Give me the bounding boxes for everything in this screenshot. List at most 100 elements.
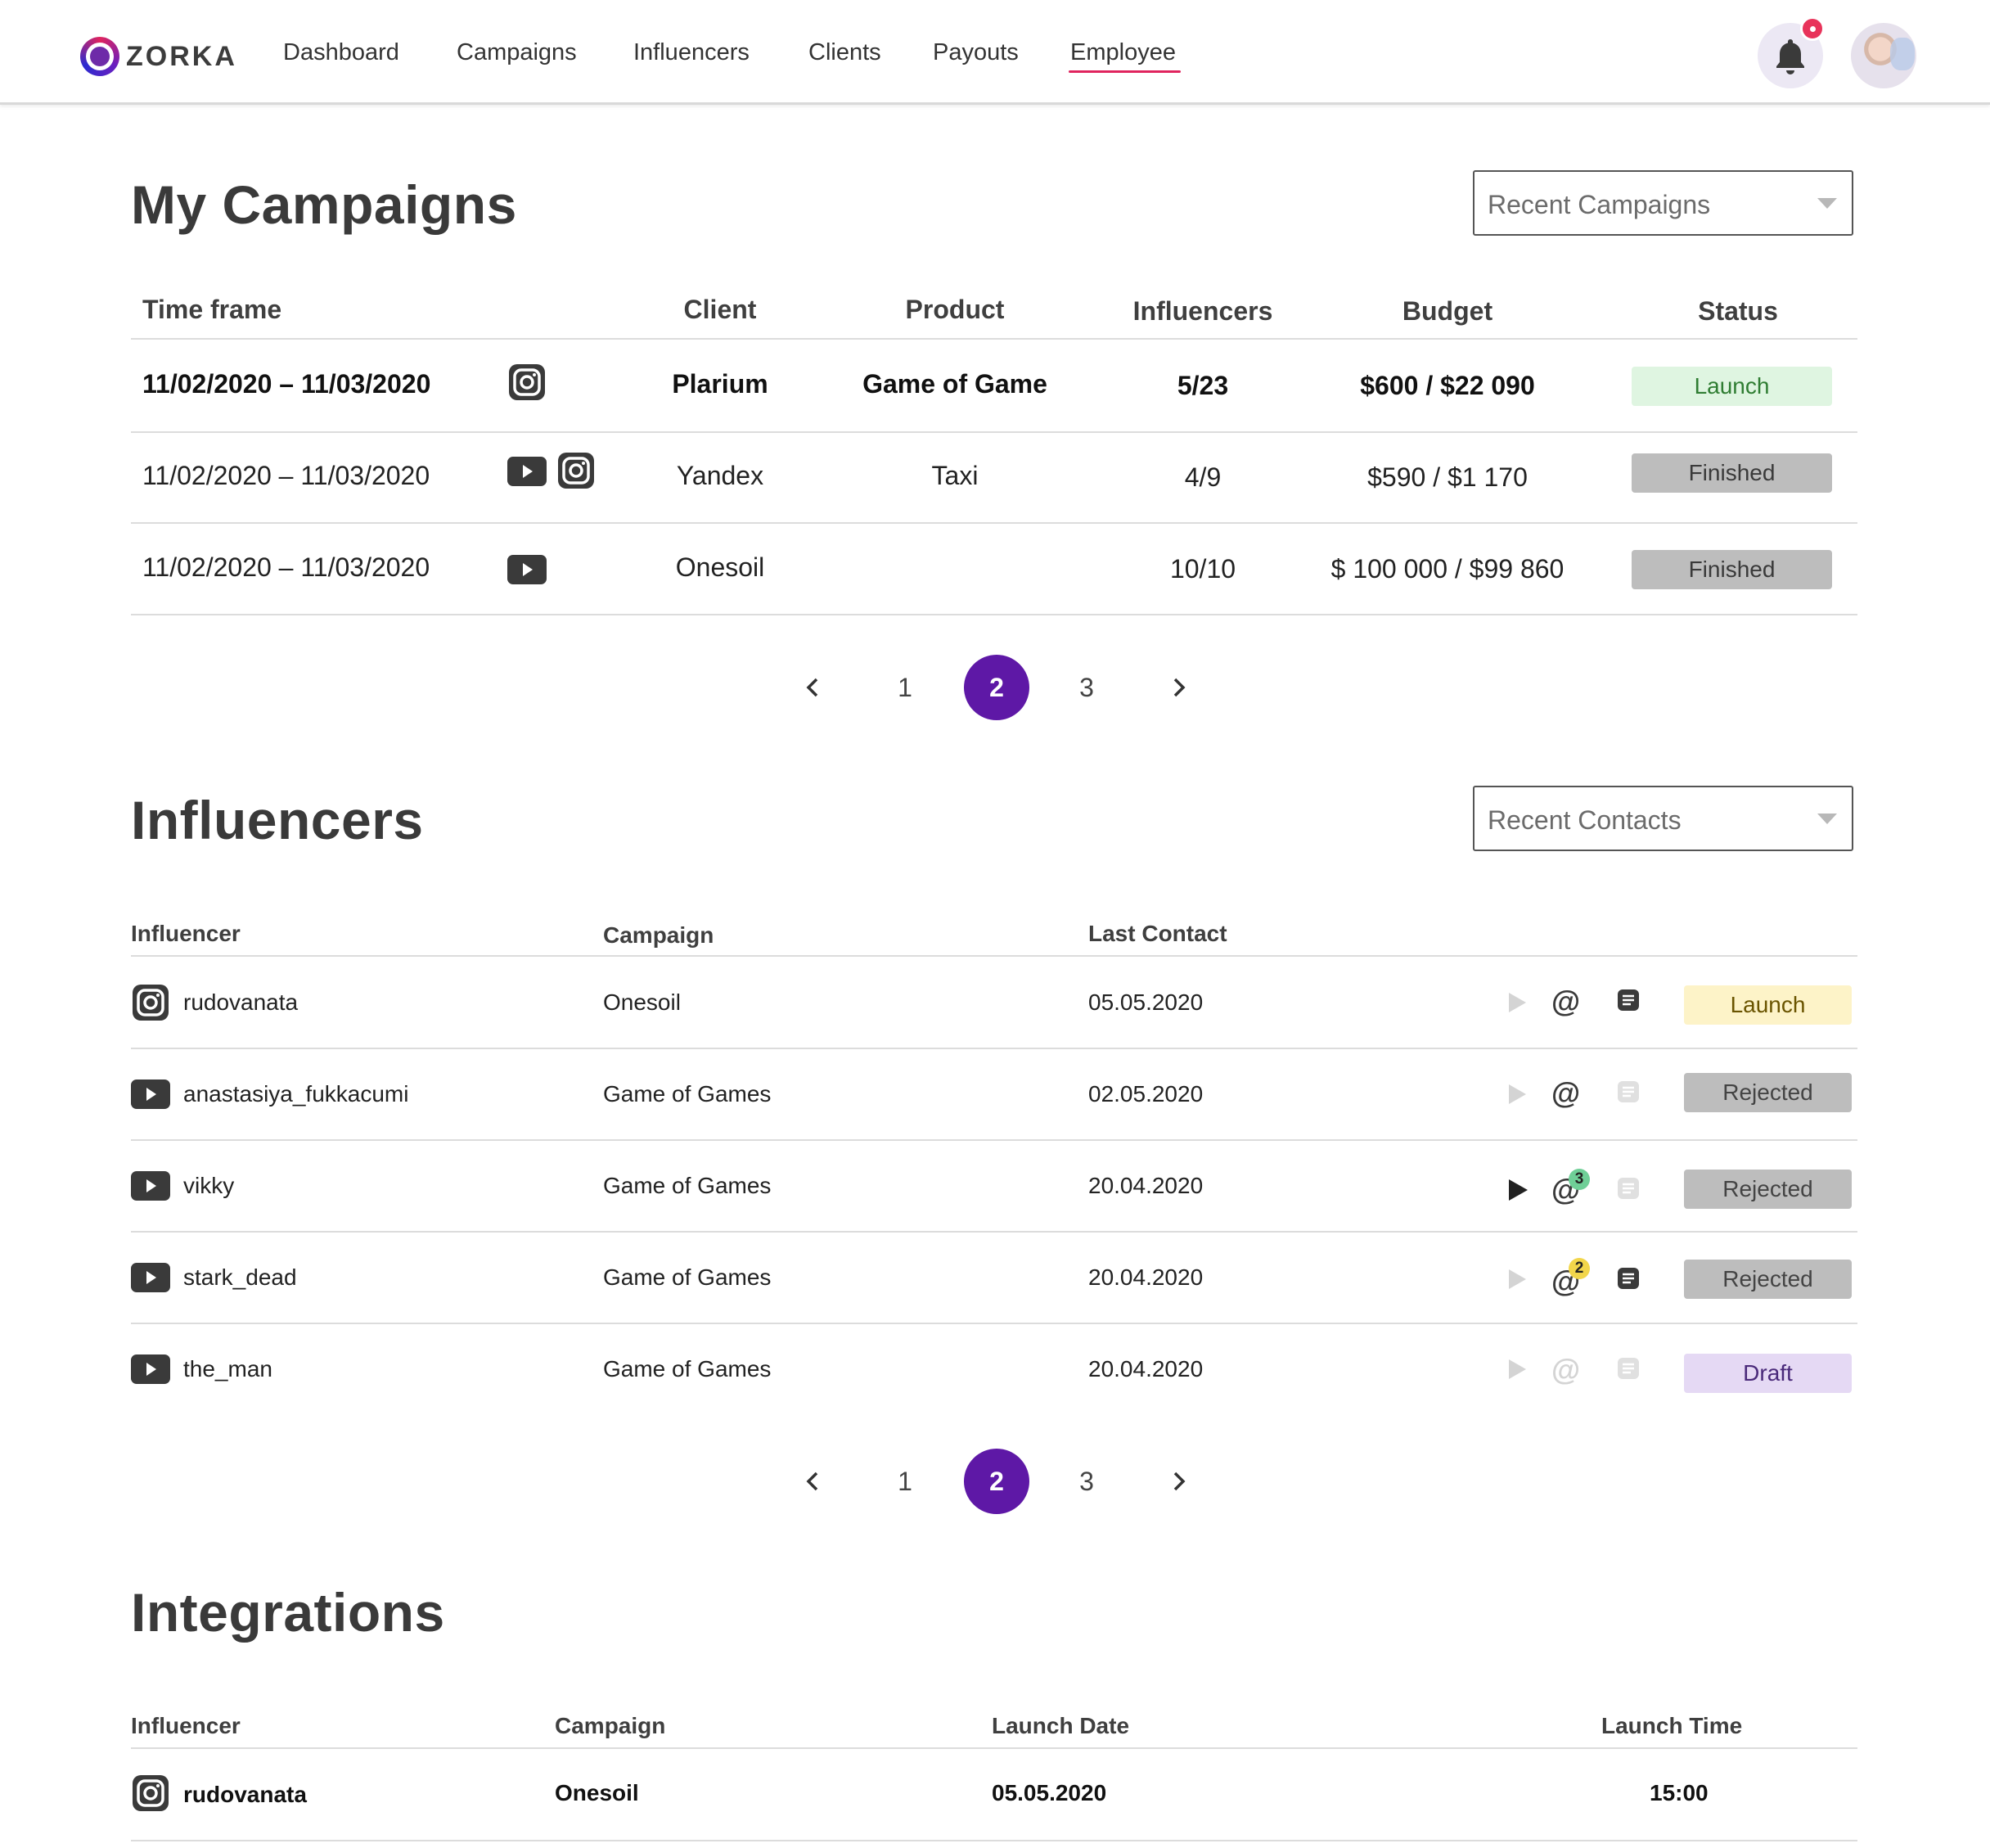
influencer-name[interactable]: vikky (183, 1173, 234, 1199)
col-status: Status (1698, 296, 1778, 326)
dropdown-value: Recent Campaigns (1488, 190, 1711, 219)
at-icon[interactable]: @ (1551, 1079, 1580, 1108)
recent-contacts-dropdown[interactable]: Recent Contacts (1473, 786, 1853, 851)
influencers-title: Influencers (131, 790, 424, 850)
message-icon[interactable] (1617, 1177, 1640, 1200)
message-icon[interactable] (1617, 989, 1640, 1012)
client: Plarium (672, 369, 768, 399)
notification-dot (1800, 16, 1825, 41)
time-frame: 11/02/2020 – 11/03/2020 (142, 552, 430, 582)
col-launch-date: Launch Date (992, 1713, 1130, 1738)
recent-campaigns-dropdown[interactable]: Recent Campaigns (1473, 170, 1853, 236)
nav-employee[interactable]: Employee (1069, 39, 1181, 73)
last-contact: 20.04.2020 (1088, 1173, 1204, 1198)
nav-clients[interactable]: Clients (808, 39, 881, 66)
nav-payouts[interactable]: Payouts (933, 39, 1019, 66)
product: Game of Game (862, 369, 1047, 399)
col-influencer: Influencer (131, 1713, 241, 1738)
influencer-name[interactable]: rudovanata (183, 989, 298, 1016)
message-icon[interactable] (1617, 1357, 1640, 1380)
last-contact: 02.05.2020 (1088, 1081, 1204, 1107)
play-icon[interactable] (1507, 1359, 1527, 1380)
budget: $600 / $22 090 (1360, 371, 1535, 400)
client: Onesoil (675, 552, 765, 582)
divider (131, 1231, 1857, 1233)
status-badge: Finished (1632, 453, 1832, 493)
status-badge: Launch (1632, 367, 1832, 406)
play-icon[interactable] (1507, 1084, 1527, 1105)
chevron-right-icon[interactable] (1162, 671, 1195, 704)
youtube-icon (131, 1263, 170, 1292)
campaign-name: Onesoil (603, 989, 681, 1015)
campaigns-title: My Campaigns (131, 174, 517, 235)
instagram-icon (558, 453, 594, 489)
col-influencers: Influencers (1132, 296, 1273, 326)
col-time-frame: Time frame (142, 295, 282, 324)
instagram-icon (133, 1775, 169, 1811)
message-icon[interactable] (1617, 1080, 1640, 1103)
nav-dashboard[interactable]: Dashboard (283, 39, 399, 66)
campaign-name: Onesoil (555, 1780, 639, 1805)
col-influencer: Influencer (131, 921, 241, 946)
status-badge: Rejected (1684, 1170, 1852, 1209)
divider (131, 1323, 1857, 1324)
message-icon[interactable] (1617, 1267, 1640, 1290)
youtube-icon (131, 1354, 170, 1384)
nav-campaigns[interactable]: Campaigns (457, 39, 577, 66)
page-1[interactable]: 1 (872, 1449, 938, 1514)
youtube-icon (131, 1080, 170, 1109)
launch-date: 05.05.2020 (992, 1780, 1107, 1805)
influencers-count: 10/10 (1169, 554, 1236, 584)
page-3[interactable]: 3 (1054, 655, 1119, 720)
campaign-name: Game of Games (603, 1081, 772, 1107)
instagram-icon (133, 985, 169, 1021)
divider (131, 1048, 1857, 1049)
divider (131, 1747, 1857, 1749)
bell-icon (1776, 39, 1804, 74)
influencer-name[interactable]: the_man (183, 1356, 272, 1382)
divider (131, 522, 1857, 524)
youtube-icon (507, 555, 547, 584)
page-3[interactable]: 3 (1054, 1449, 1119, 1514)
last-contact: 20.04.2020 (1088, 1264, 1204, 1290)
page-2-current[interactable]: 2 (964, 1449, 1029, 1514)
logo-icon (80, 37, 119, 76)
divider (131, 338, 1857, 340)
play-icon[interactable] (1507, 1179, 1529, 1201)
page-1[interactable]: 1 (872, 655, 938, 720)
influencer-name[interactable]: stark_dead (183, 1264, 297, 1291)
status-badge: Rejected (1684, 1073, 1852, 1112)
divider (131, 431, 1857, 433)
at-icon[interactable]: @ (1551, 1355, 1580, 1385)
col-campaign: Campaign (603, 922, 714, 948)
divider (131, 614, 1857, 615)
play-icon[interactable] (1507, 992, 1527, 1013)
campaign-name: Game of Games (603, 1173, 772, 1198)
product: Taxi (931, 461, 979, 490)
influencer-name[interactable]: anastasiya_fukkacumi (183, 1081, 408, 1107)
user-avatar[interactable] (1851, 23, 1916, 88)
status-badge: Launch (1684, 985, 1852, 1025)
launch-time: 15:00 (1650, 1780, 1709, 1805)
chevron-right-icon[interactable] (1162, 1465, 1195, 1498)
instagram-icon (509, 364, 545, 400)
brand-name: ZORKA (126, 40, 237, 72)
col-launch-time: Launch Time (1601, 1713, 1743, 1738)
influencer-name[interactable]: rudovanata (183, 1782, 307, 1808)
top-navigation-bar: ZORKA Dashboard Campaigns Influencers Cl… (0, 0, 1990, 105)
at-icon[interactable]: @ (1551, 987, 1580, 1016)
last-contact: 20.04.2020 (1088, 1356, 1204, 1381)
brand-logo[interactable]: ZORKA (80, 36, 237, 77)
nav-influencers[interactable]: Influencers (633, 39, 750, 66)
chevron-left-icon[interactable] (797, 671, 830, 704)
page-2-current[interactable]: 2 (964, 655, 1029, 720)
campaign-name: Game of Games (603, 1264, 772, 1290)
time-frame: 11/02/2020 – 11/03/2020 (142, 369, 431, 399)
divider (131, 1840, 1857, 1841)
budget: $590 / $1 170 (1367, 462, 1528, 492)
play-icon[interactable] (1507, 1269, 1527, 1290)
col-client: Client (683, 295, 757, 324)
chevron-left-icon[interactable] (797, 1465, 830, 1498)
status-badge: Rejected (1684, 1260, 1852, 1299)
col-campaign: Campaign (555, 1713, 666, 1738)
